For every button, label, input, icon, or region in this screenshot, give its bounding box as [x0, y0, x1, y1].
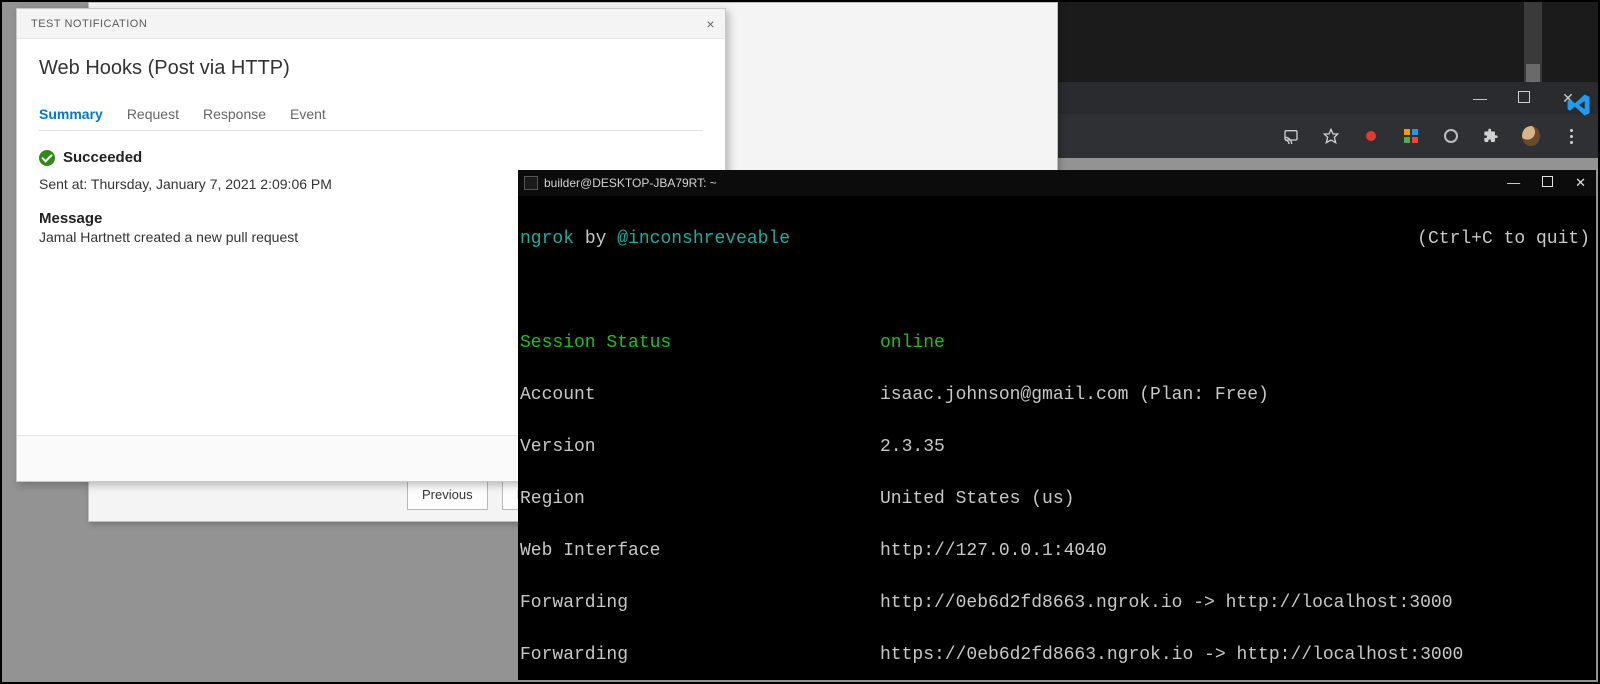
terminal-minimize-button[interactable]: [1507, 170, 1520, 196]
forwarding1-value: http://0eb6d2fd8663.ngrok.io -> http://l…: [880, 590, 1453, 616]
terminal-title: builder@DESKTOP-JBA79RT: ~: [544, 170, 717, 196]
quit-hint: (Ctrl+C to quit): [1417, 226, 1590, 252]
tab-request[interactable]: Request: [127, 106, 179, 122]
modal-close-button[interactable]: ×: [706, 16, 715, 32]
account-value: isaac.johnson@gmail.com (Plan: Free): [880, 382, 1269, 408]
extension-circle-icon[interactable]: [1442, 127, 1460, 145]
profile-avatar-icon[interactable]: [1522, 127, 1540, 145]
browser-scrollbar[interactable]: ▾: [1524, 2, 1542, 92]
terminal-maximize-button[interactable]: [1542, 170, 1553, 196]
modal-title: TEST NOTIFICATION: [31, 18, 147, 30]
tab-response[interactable]: Response: [203, 106, 266, 122]
sent-at-value: Thursday, January 7, 2021 2:09:06 PM: [91, 176, 332, 192]
forwarding2-label: Forwarding: [520, 642, 880, 668]
forwarding2-value: https://0eb6d2fd8663.ngrok.io -> http://…: [880, 642, 1463, 668]
status-text: Succeeded: [63, 149, 142, 166]
ngrok-brand: ngrok: [520, 229, 574, 249]
extensions-puzzle-icon[interactable]: [1482, 127, 1500, 145]
session-status-label: Session Status: [520, 330, 880, 356]
star-icon[interactable]: [1322, 127, 1340, 145]
ngrok-by: by: [574, 229, 617, 249]
region-value: United States (us): [880, 486, 1074, 512]
modal-heading: Web Hooks (Post via HTTP): [39, 57, 703, 80]
account-label: Account: [520, 382, 880, 408]
version-value: 2.3.35: [880, 434, 945, 460]
extension-grid-icon[interactable]: [1402, 127, 1420, 145]
terminal-titlebar: builder@DESKTOP-JBA79RT: ~: [518, 170, 1596, 196]
browser-toolbar: [1058, 114, 1598, 158]
terminal-content[interactable]: ngrok by @inconshreveable (Ctrl+C to quit…: [518, 196, 1596, 684]
window-minimize-button[interactable]: [1472, 90, 1488, 106]
web-interface-value: http://127.0.0.1:4040: [880, 538, 1107, 564]
region-label: Region: [520, 486, 880, 512]
previous-button[interactable]: Previous: [407, 480, 488, 510]
desktop-canvas: ▾ Previous: [0, 0, 1600, 684]
session-status-value: online: [880, 330, 945, 356]
browser-titlebar: [1058, 82, 1598, 114]
terminal-window: builder@DESKTOP-JBA79RT: ~ ngrok by @inc…: [518, 170, 1596, 680]
tab-summary[interactable]: Summary: [39, 106, 103, 122]
status-row: Succeeded: [39, 149, 703, 166]
version-label: Version: [520, 434, 880, 460]
modal-tabs: Summary Request Response Event: [39, 106, 703, 131]
tab-event[interactable]: Event: [290, 106, 326, 122]
web-interface-label: Web Interface: [520, 538, 880, 564]
cast-icon[interactable]: [1282, 127, 1300, 145]
browser-window: ▾: [1058, 2, 1598, 158]
sent-at-label: Sent at:: [39, 176, 87, 192]
browser-menu-icon[interactable]: [1562, 127, 1580, 145]
window-maximize-button[interactable]: [1516, 90, 1532, 106]
extension-red-icon[interactable]: [1362, 127, 1380, 145]
terminal-app-icon: [524, 176, 538, 190]
modal-titlebar: TEST NOTIFICATION ×: [17, 9, 725, 39]
ngrok-handle: @inconshreveable: [617, 229, 790, 249]
vscode-icon[interactable]: [1566, 92, 1592, 118]
success-check-icon: [39, 150, 55, 166]
forwarding1-label: Forwarding: [520, 590, 880, 616]
terminal-close-button[interactable]: [1575, 170, 1586, 196]
